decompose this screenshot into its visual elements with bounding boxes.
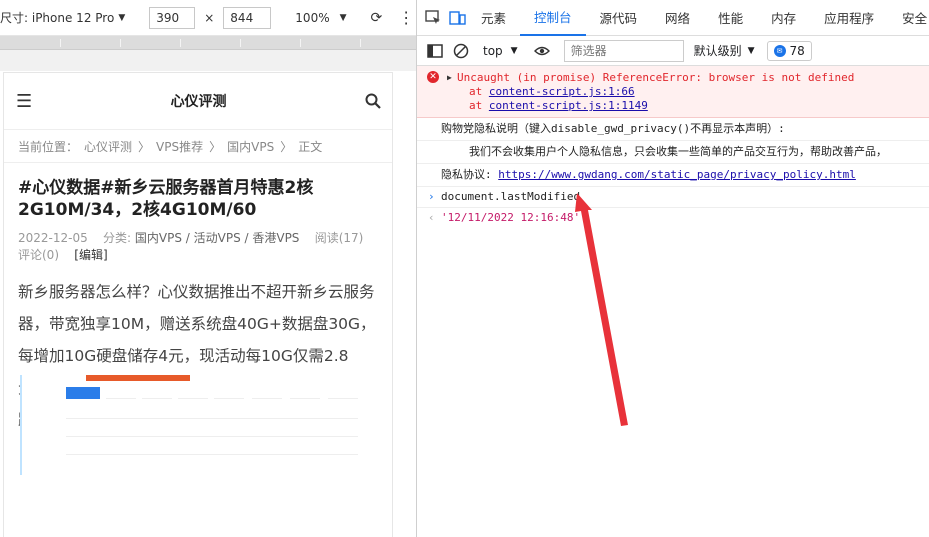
stack-frame: at content-script.js:1:66 [469, 85, 635, 98]
stack-frame-link[interactable]: content-script.js:1:66 [489, 85, 635, 98]
privacy-label: 隐私协议: [441, 168, 499, 181]
context-value: top [483, 43, 503, 58]
console-error-entry: ✕ ▶ Uncaught (in promise) ReferenceError… [417, 66, 929, 118]
log-level-select[interactable]: 默认级别 ▼ [694, 42, 755, 59]
tab-elements[interactable]: 元素 [467, 0, 520, 36]
post-title: #心仪数据#新乡云服务器首月特惠2核2G10M/34，2核4G10M/60 [18, 178, 314, 220]
viewport-gutter [0, 50, 416, 71]
chevron-down-icon[interactable]: ▼ [118, 13, 125, 23]
comment-count[interactable]: 评论(0) [18, 248, 59, 262]
site-header: ☰ 心仪评测 [4, 73, 392, 130]
console-result: '12/11/2022 12:16:48' [441, 211, 581, 224]
rotate-icon[interactable]: ⟳ [371, 10, 383, 26]
console-result-entry: ‹ '12/11/2022 12:16:48' [417, 208, 929, 228]
stack-frame-link[interactable]: content-script.js:1:1149 [489, 99, 648, 112]
search-icon[interactable] [365, 93, 381, 109]
device-select[interactable]: 尺寸: iPhone 12 Pro [0, 9, 114, 26]
issues-badge[interactable]: ✉ 78 [766, 40, 812, 61]
edit-link[interactable]: [编辑] [74, 248, 107, 262]
read-count: 阅读(17) [314, 231, 364, 245]
post-image-pricing-table [20, 375, 370, 475]
breadcrumb-vps[interactable]: VPS推荐 [156, 138, 203, 155]
breadcrumb-prefix: 当前位置： [18, 139, 79, 154]
menu-icon[interactable]: ☰ [16, 91, 32, 112]
breadcrumb-home[interactable]: 心仪评测 [84, 138, 132, 155]
context-select[interactable]: top ▼ [483, 40, 518, 62]
console-log-entry: 我们不会收集用户个人隐私信息，只会收集一些简单的产品交互行为，帮助改善产品， [417, 141, 929, 164]
height-input[interactable] [223, 6, 272, 29]
tab-console[interactable]: 控制台 [520, 0, 586, 36]
console-input-entry: › document.lastModified [417, 187, 929, 208]
sidebar-toggle-icon[interactable] [427, 43, 443, 59]
image-banner [86, 375, 190, 381]
console-toolbar: top ▼ 默认级别 ▼ ✉ 78 [417, 36, 929, 66]
chevron-down-icon: ▼ [510, 45, 518, 56]
media-query-ruler[interactable] [0, 36, 416, 50]
site-title[interactable]: 心仪评测 [171, 91, 227, 111]
filter-input[interactable] [563, 39, 684, 62]
issues-count: 78 [789, 43, 805, 58]
more-options-icon[interactable]: ⋮ [398, 8, 414, 27]
devtools-tabbar: 元素 控制台 源代码 网络 性能 内存 应用程序 安全 [417, 0, 929, 36]
device-emulation-pane: 尺寸: iPhone 12 Pro ▼ × 100% ▼ ⟳ ⋮ ☰ 心仪评测 [0, 0, 416, 537]
width-input[interactable] [149, 6, 196, 29]
breadcrumb-sep: 〉 [280, 139, 293, 154]
tab-network[interactable]: 网络 [651, 0, 704, 36]
tab-application[interactable]: 应用程序 [810, 0, 888, 36]
input-chevron-icon: › [428, 190, 435, 203]
eye-icon[interactable] [533, 43, 550, 59]
zoom-select[interactable]: 100% [295, 11, 329, 25]
console-command: document.lastModified [441, 190, 581, 203]
devtools-pane: 元素 控制台 源代码 网络 性能 内存 应用程序 安全 top ▼ 筛选器 默认… [416, 0, 929, 537]
tab-memory[interactable]: 内存 [757, 0, 810, 36]
console-log-entry: 购物党隐私说明（键入disable_gwd_privacy()不再显示本声明）: [417, 118, 929, 141]
device-toolbar: 尺寸: iPhone 12 Pro ▼ × 100% ▼ ⟳ ⋮ [0, 0, 416, 36]
expand-triangle-icon[interactable]: ▶ [447, 73, 452, 82]
breadcrumb-sep: 〉 [138, 139, 151, 154]
times-sign: × [204, 10, 215, 25]
tab-sources[interactable]: 源代码 [586, 0, 652, 36]
post-meta: 2022-12-05 分类: 国内VPS / 活动VPS / 香港VPS 阅读(… [4, 221, 392, 264]
breadcrumb-sep: 〉 [209, 139, 222, 154]
chevron-down-icon: ▼ [747, 45, 755, 56]
tab-security[interactable]: 安全 [888, 0, 929, 36]
stack-frame: at content-script.js:1:1149 [469, 99, 648, 112]
post-categories[interactable]: 国内VPS / 活动VPS / 香港VPS [135, 231, 300, 245]
error-message: Uncaught (in promise) ReferenceError: br… [457, 71, 855, 84]
privacy-policy-link[interactable]: https://www.gwdang.com/static_page/priva… [498, 168, 856, 181]
category-label: 分类: [103, 231, 132, 245]
breadcrumb: 当前位置： 心仪评测 〉 VPS推荐 〉 国内VPS 〉 正文 [4, 130, 392, 163]
device-toolbar-icon[interactable] [449, 8, 467, 28]
issues-icon: ✉ [773, 44, 786, 57]
error-icon: ✕ [427, 71, 439, 83]
inspect-element-icon[interactable] [425, 8, 441, 28]
breadcrumb-domestic-vps[interactable]: 国内VPS [227, 138, 274, 155]
tab-performance[interactable]: 性能 [704, 0, 757, 36]
console-log-entry: 隐私协议: https://www.gwdang.com/static_page… [417, 164, 929, 187]
breadcrumb-current: 正文 [298, 139, 323, 154]
clear-console-icon[interactable] [453, 43, 469, 59]
chevron-down-icon[interactable]: ▼ [340, 13, 347, 23]
console-output: ✕ ▶ Uncaught (in promise) ReferenceError… [417, 66, 929, 228]
log-level-value: 默认级别 [693, 44, 742, 58]
result-chevron-icon: ‹ [428, 211, 435, 224]
browser-window: 尺寸: iPhone 12 Pro ▼ × 100% ▼ ⟳ ⋮ ☰ 心仪评测 [0, 0, 929, 537]
post-date: 2022-12-05 [18, 231, 88, 245]
